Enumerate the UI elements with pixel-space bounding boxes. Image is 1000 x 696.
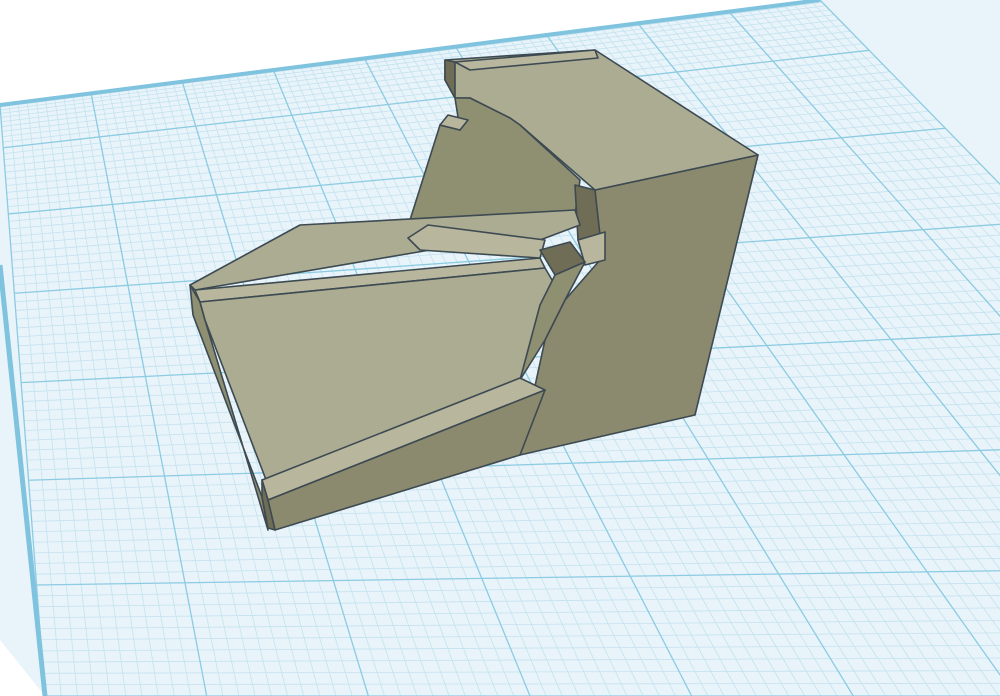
3d-viewport[interactable] <box>0 0 1000 696</box>
viewport-canvas[interactable] <box>0 0 1000 696</box>
